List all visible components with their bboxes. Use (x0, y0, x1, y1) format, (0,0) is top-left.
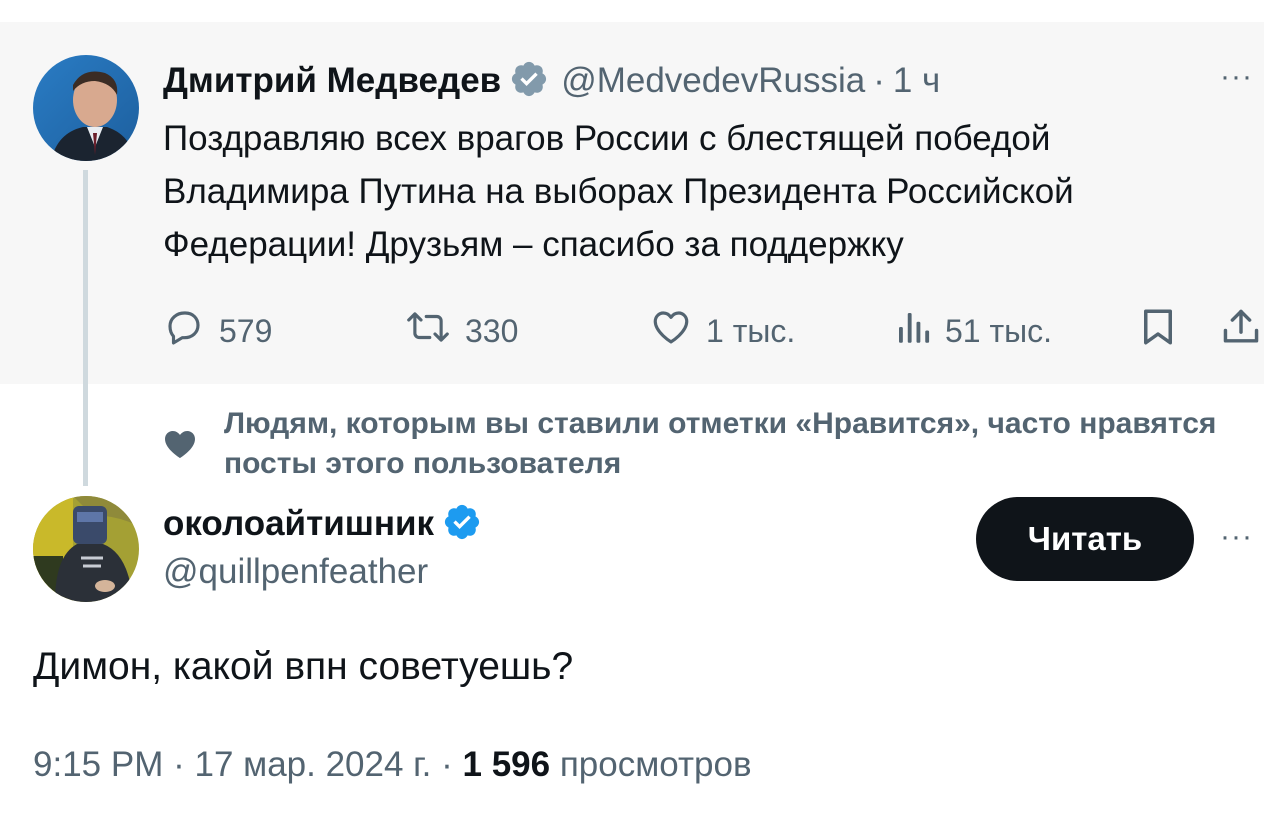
parent-display-name[interactable]: Дмитрий Медведев (163, 61, 501, 101)
parent-timestamp[interactable]: 1 ч (893, 61, 940, 101)
reply-time[interactable]: 9:15 PM (33, 745, 163, 784)
reply-avatar[interactable] (33, 496, 139, 602)
reply-tweet-text: Димон, какой впн советуешь? (33, 645, 574, 688)
social-context-banner: Людям, которым вы ставили отметки «Нрави… (162, 404, 1242, 484)
reply-button[interactable]: 579 (163, 306, 272, 356)
top-spacer (0, 0, 1264, 22)
retweet-count: 330 (465, 312, 519, 349)
share-button[interactable] (1222, 306, 1264, 356)
parent-tweet-text: Поздравляю всех врагов России с блестяще… (163, 119, 1074, 264)
meta-separator: · (441, 745, 453, 784)
bookmark-button[interactable] (1140, 306, 1190, 356)
parent-more-icon[interactable]: ··· (1220, 62, 1253, 92)
views-icon (895, 306, 945, 356)
parent-author-row: Дмитрий Медведев @MedvedevRussia · 1 ч (163, 57, 940, 105)
reply-author-row: околоайтишник (163, 500, 494, 548)
like-button[interactable]: 1 тыс. (650, 306, 795, 356)
reply-date[interactable]: 17 мар. 2024 г. (194, 745, 431, 784)
views-button[interactable]: 51 тыс. (895, 306, 1052, 356)
parent-handle[interactable]: @MedvedevRussia (561, 61, 865, 101)
retweet-icon (405, 306, 465, 356)
views-count: 51 тыс. (945, 312, 1053, 349)
share-icon (1222, 306, 1264, 356)
social-context-text: Людям, которым вы ставили отметки «Нрави… (224, 407, 1217, 480)
separator-dot: · (873, 61, 885, 100)
follow-button[interactable]: Читать (976, 497, 1194, 581)
reply-more-icon[interactable]: ··· (1220, 522, 1253, 552)
gray-verified-icon (509, 59, 549, 104)
reply-views-label: просмотров (559, 745, 752, 784)
reply-count: 579 (219, 312, 273, 349)
parent-action-bar: 579 330 1 тыс. 51 тыс. (0, 306, 1264, 350)
reply-handle[interactable]: @quillpenfeather (163, 552, 428, 592)
retweet-button[interactable]: 330 (405, 306, 518, 356)
meta-separator: · (173, 745, 185, 784)
bookmark-icon (1140, 306, 1190, 356)
blue-verified-icon (442, 502, 482, 547)
reply-display-name[interactable]: околоайтишник (163, 504, 434, 544)
filled-heart-icon (162, 426, 198, 465)
heart-icon (650, 306, 706, 356)
reply-icon (163, 306, 219, 356)
like-count: 1 тыс. (706, 312, 796, 349)
reply-views-count[interactable]: 1 596 (463, 745, 551, 784)
parent-avatar[interactable] (33, 55, 139, 161)
reply-meta-row: 9:15 PM · 17 мар. 2024 г. · 1 596 просмо… (33, 745, 752, 785)
